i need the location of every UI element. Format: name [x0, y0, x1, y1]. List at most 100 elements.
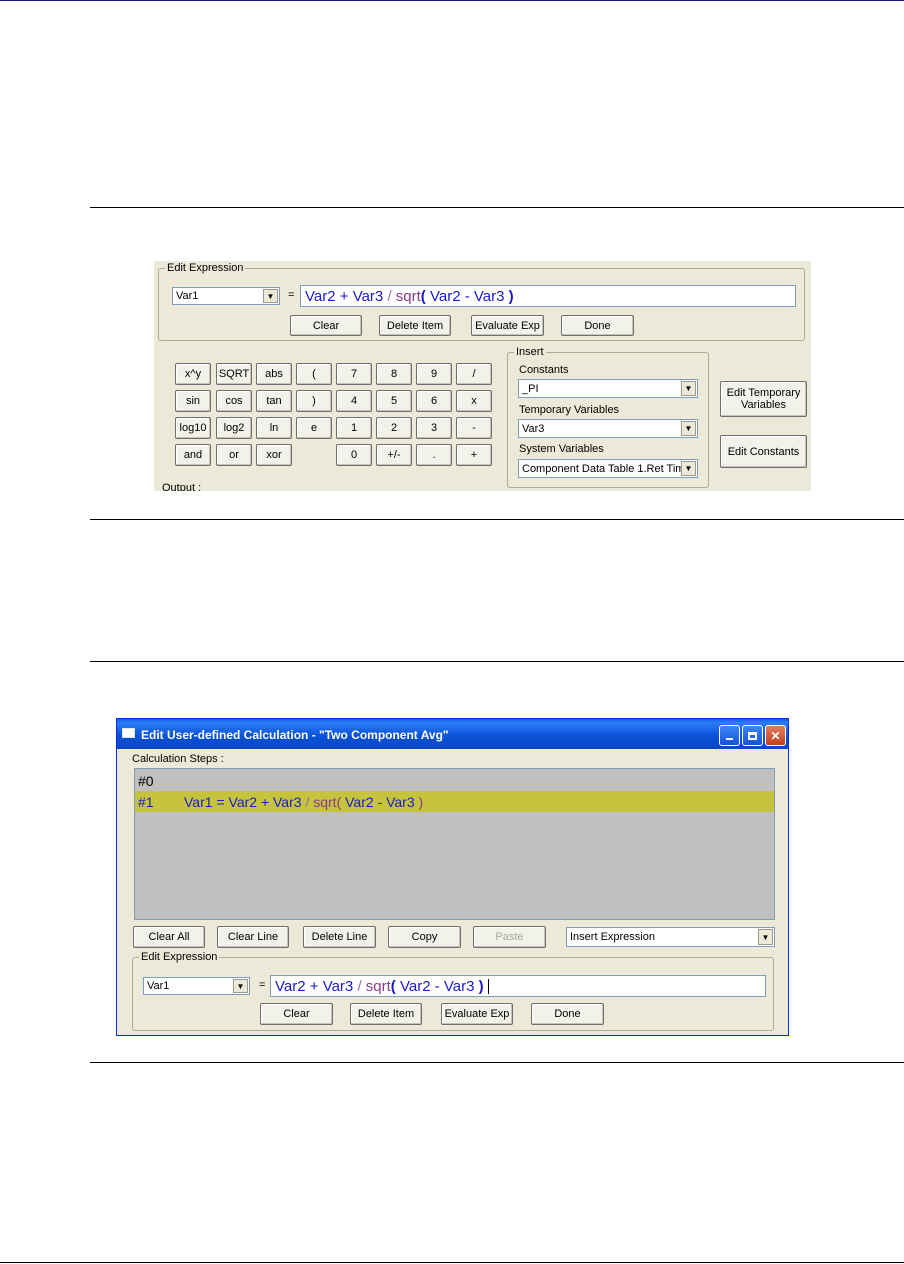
- close-icon[interactable]: ✕: [765, 725, 786, 746]
- clear-all-button[interactable]: Clear All: [133, 926, 205, 948]
- expr-token: sqrt: [395, 287, 421, 305]
- step-row-0[interactable]: #0: [135, 770, 774, 791]
- keypad-button[interactable]: ): [296, 390, 332, 412]
- expr-token: Var2: [429, 287, 461, 305]
- equals-sign: =: [288, 289, 295, 301]
- dialog-equals-sign: =: [259, 979, 266, 991]
- dialog-variable-select-value: Var1: [147, 980, 170, 992]
- insert-expression-select[interactable]: Insert Expression ▼: [566, 927, 775, 947]
- delete-line-button[interactable]: Delete Line: [303, 926, 376, 948]
- keypad-button[interactable]: tan: [256, 390, 292, 412]
- keypad-button[interactable]: .: [416, 444, 452, 466]
- step-var: Var1: [184, 793, 213, 810]
- keypad-button[interactable]: /: [456, 363, 492, 385]
- constants-label: Constants: [519, 364, 569, 376]
- keypad-button[interactable]: 4: [336, 390, 372, 412]
- chevron-down-icon: ▼: [263, 289, 278, 303]
- step-args: Var2 - Var3: [345, 793, 415, 810]
- keypad-button[interactable]: log10: [175, 417, 211, 439]
- keypad-button[interactable]: 8: [376, 363, 412, 385]
- expr-token: Var3: [473, 287, 505, 305]
- system-variables-select[interactable]: Component Data Table 1.Ret Time ▼: [518, 459, 698, 478]
- keypad-button[interactable]: 6: [416, 390, 452, 412]
- keypad-button[interactable]: abs: [256, 363, 292, 385]
- title-bar[interactable]: Edit User-defined Calculation - "Two Com…: [117, 719, 788, 749]
- expr-token: Var3: [322, 977, 354, 995]
- divider-bottom: [0, 1262, 904, 1263]
- keypad-button[interactable]: sin: [175, 390, 211, 412]
- window-icon: [122, 728, 135, 738]
- expr-token: Var2: [305, 287, 336, 305]
- expr-token: Var3: [352, 287, 384, 305]
- keypad-button[interactable]: 3: [416, 417, 452, 439]
- keypad-button[interactable]: cos: [216, 390, 252, 412]
- step-number: #1: [138, 793, 154, 810]
- chevron-down-icon: ▼: [681, 461, 696, 476]
- keypad-button[interactable]: x: [456, 390, 492, 412]
- calculator-panel: Edit Expression Var1 ▼ = Var2 + Var3 / s…: [154, 261, 811, 491]
- window-title: Edit User-defined Calculation - "Two Com…: [141, 728, 449, 742]
- keypad-button[interactable]: 0: [336, 444, 372, 466]
- keypad-button[interactable]: x^y: [175, 363, 211, 385]
- copy-button[interactable]: Copy: [388, 926, 461, 948]
- chevron-down-icon: ▼: [681, 421, 696, 436]
- expr-token: Var2: [399, 977, 431, 995]
- variable-select-value: Var1: [176, 290, 199, 302]
- keypad-button[interactable]: -: [456, 417, 492, 439]
- keypad-button[interactable]: SQRT: [216, 363, 252, 385]
- expr-token: +: [309, 977, 319, 995]
- delete-item-button[interactable]: Delete Item: [379, 315, 451, 336]
- step-expr: Var2 + Var3: [228, 793, 302, 810]
- dialog-done-button[interactable]: Done: [531, 1003, 604, 1025]
- edit-constants-button[interactable]: Edit Constants: [720, 435, 807, 468]
- temporary-variables-select[interactable]: Var3 ▼: [518, 419, 698, 438]
- keypad-button[interactable]: 2: [376, 417, 412, 439]
- constants-select[interactable]: _PI ▼: [518, 379, 698, 398]
- paste-button[interactable]: Paste: [473, 926, 546, 948]
- expr-token: ): [508, 287, 514, 305]
- keypad-button[interactable]: 1: [336, 417, 372, 439]
- variable-select[interactable]: Var1 ▼: [172, 287, 280, 305]
- keypad-button[interactable]: 9: [416, 363, 452, 385]
- calculation-steps-list[interactable]: #0 #1 Var1 = Var2 + Var3 / sqrt( Var2 - V…: [134, 768, 775, 920]
- maximize-icon[interactable]: [742, 725, 763, 746]
- keypad-button[interactable]: log2: [216, 417, 252, 439]
- dialog-clear-button[interactable]: Clear: [260, 1003, 333, 1025]
- temporary-variables-label: Temporary Variables: [519, 404, 620, 416]
- keypad-button[interactable]: e: [296, 417, 332, 439]
- text-cursor: [487, 978, 489, 994]
- chevron-down-icon: ▼: [758, 929, 773, 945]
- keypad-button[interactable]: (: [296, 363, 332, 385]
- keypad-button[interactable]: 5: [376, 390, 412, 412]
- keypad-button[interactable]: ln: [256, 417, 292, 439]
- step-eq: =: [216, 793, 225, 810]
- system-variables-select-value: Component Data Table 1.Ret Time: [522, 462, 691, 475]
- insert-expression-select-value: Insert Expression: [570, 931, 655, 943]
- minimize-icon[interactable]: [719, 725, 740, 746]
- dialog-evaluate-exp-button[interactable]: Evaluate Exp: [441, 1003, 513, 1025]
- dialog-variable-select[interactable]: Var1 ▼: [143, 977, 250, 995]
- expr-token: +: [339, 287, 349, 305]
- done-button[interactable]: Done: [561, 315, 634, 336]
- edit-temporary-variables-button[interactable]: Edit Temporary Variables: [720, 381, 807, 417]
- step-row-1[interactable]: #1 Var1 = Var2 + Var3 / sqrt( Var2 - Var3…: [135, 791, 774, 812]
- dialog-delete-item-button[interactable]: Delete Item: [350, 1003, 422, 1025]
- divider-1: [90, 207, 904, 208]
- keypad-button[interactable]: +/-: [376, 444, 412, 466]
- keypad-button[interactable]: xor: [256, 444, 292, 466]
- clear-button[interactable]: Clear: [290, 315, 362, 336]
- keypad-button[interactable]: and: [175, 444, 211, 466]
- step-number: #0: [138, 772, 154, 789]
- keypad-button[interactable]: 7: [336, 363, 372, 385]
- keypad-button[interactable]: or: [216, 444, 252, 466]
- step-func: sqrt: [313, 793, 337, 810]
- dialog-expression-input[interactable]: Var2 + Var3 / sqrt( Var2 - Var3 ): [270, 975, 766, 997]
- output-label: Output :: [162, 482, 202, 491]
- keypad-button[interactable]: +: [456, 444, 492, 466]
- expression-input[interactable]: Var2 + Var3 / sqrt( Var2 - Var3 ): [300, 285, 796, 307]
- evaluate-exp-button[interactable]: Evaluate Exp: [471, 315, 544, 336]
- divider-3: [90, 661, 904, 662]
- divider-2: [90, 519, 904, 520]
- clear-line-button[interactable]: Clear Line: [217, 926, 289, 948]
- calculation-steps-label: Calculation Steps :: [132, 753, 224, 765]
